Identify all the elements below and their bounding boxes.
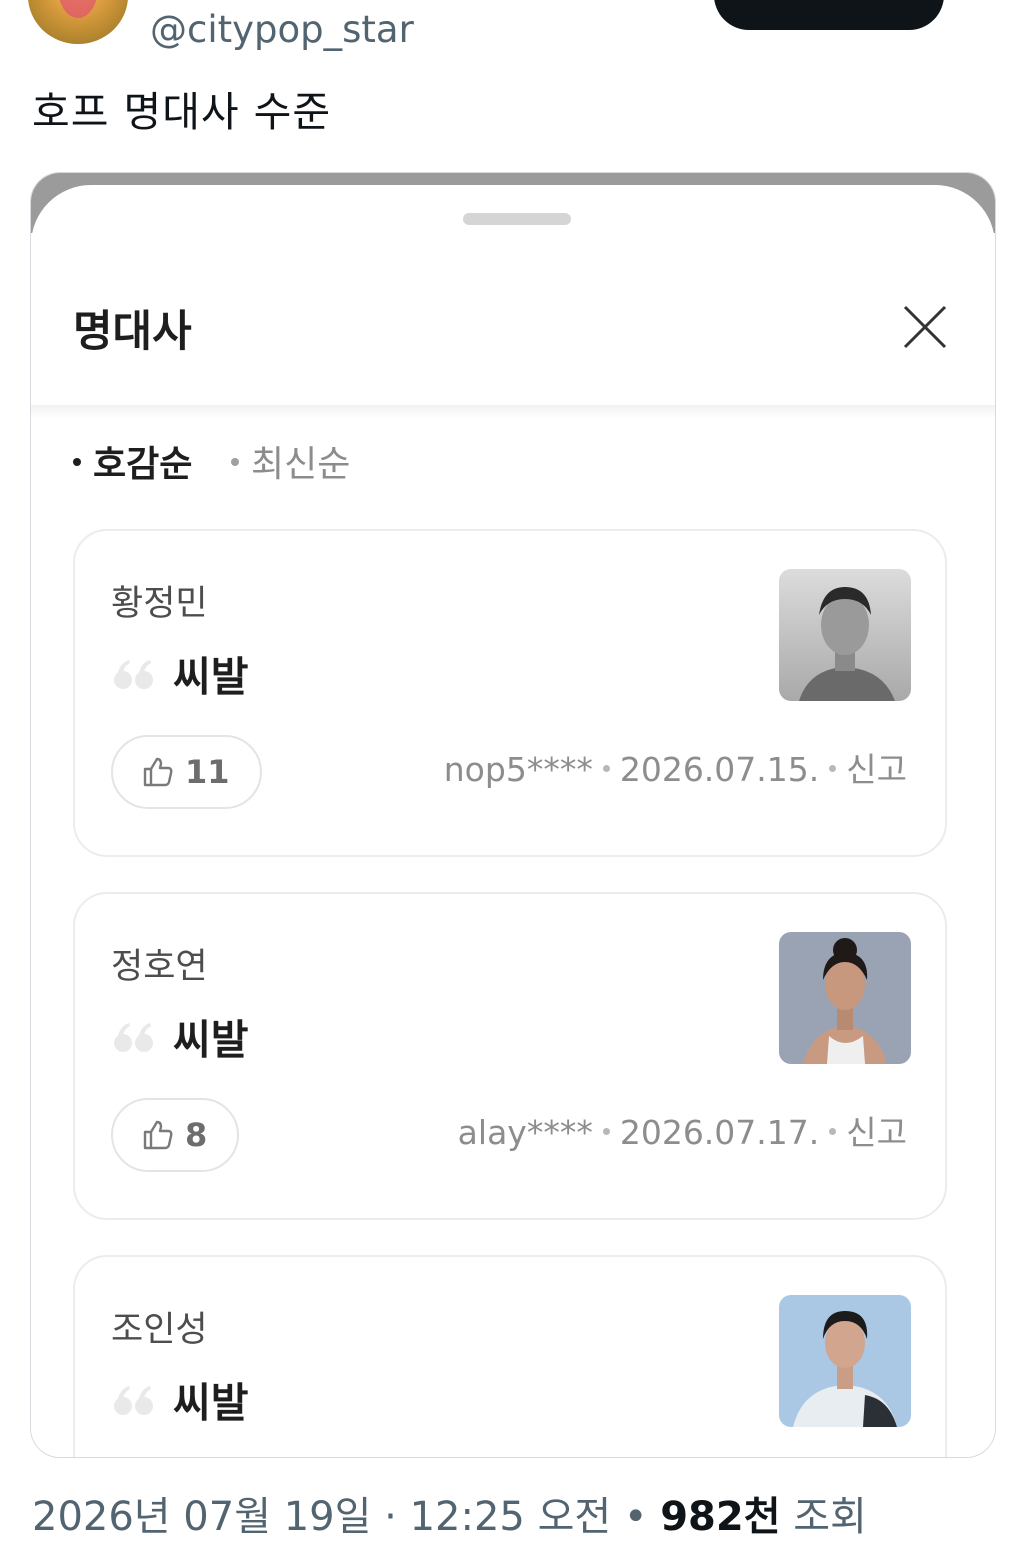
sort-label: 최신순 <box>251 444 351 485</box>
tweet-text: 호프 명대사 수준 <box>32 88 332 136</box>
like-button[interactable]: 8 <box>111 1098 240 1172</box>
tweet-footer: 2026년 07월 19일 · 12:25 오전 • 982천 조회 <box>32 1484 867 1542</box>
like-count: 8 <box>185 1116 208 1154</box>
card-meta: nop5**** 2026.07.15. 신고 <box>444 743 907 791</box>
views-count[interactable]: 982천 <box>660 1494 780 1540</box>
sheet-divider <box>31 405 995 419</box>
author-id: nop5**** <box>443 750 593 789</box>
tweet-date[interactable]: 2026년 07월 19일 <box>32 1494 371 1540</box>
more-icon[interactable] <box>966 0 996 20</box>
tweet-media-image[interactable]: 명대사 호감순 최신순 황정민 씨발 11 nop5**** 2026.07.1… <box>30 172 996 1458</box>
sort-label: 호감순 <box>93 444 193 485</box>
report-link[interactable]: 신고 <box>846 1113 907 1152</box>
actor-name: 정호연 <box>111 947 208 987</box>
card-meta: alay**** 2026.07.17. 신고 <box>458 1106 907 1154</box>
thumbs-up-icon <box>143 757 173 787</box>
actor-photo[interactable] <box>779 1295 911 1427</box>
close-icon[interactable] <box>901 303 949 351</box>
follow-button[interactable] <box>714 0 944 30</box>
quote-icon <box>114 1386 153 1415</box>
quote-text: 씨발 <box>173 1379 249 1427</box>
actor-photo[interactable] <box>779 932 911 1064</box>
actor-name: 조인성 <box>111 1310 208 1350</box>
avatar[interactable] <box>28 0 128 44</box>
quote-card[interactable]: 정호연 씨발 8 alay**** 2026.07.17. 신고 <box>73 892 947 1220</box>
post-date: 2026.07.15. <box>619 750 820 789</box>
quote-text: 씨발 <box>173 1016 249 1064</box>
like-count: 11 <box>185 753 230 791</box>
quote-text: 씨발 <box>173 653 249 701</box>
separator: · <box>371 1494 410 1540</box>
separator: • <box>611 1494 661 1540</box>
like-button[interactable]: 11 <box>111 735 262 809</box>
tweet-time[interactable]: 12:25 오전 <box>410 1494 612 1540</box>
thumbs-up-icon <box>143 1120 173 1150</box>
sort-latest-button[interactable]: 최신순 <box>231 435 350 487</box>
actor-name: 황정민 <box>111 584 208 624</box>
quote-card[interactable]: 조인성 씨발 <box>73 1255 947 1457</box>
actor-photo[interactable] <box>779 569 911 701</box>
author-id: alay**** <box>457 1113 593 1152</box>
views-label: 조회 <box>780 1494 867 1540</box>
bullet-icon <box>231 458 239 466</box>
quote-card[interactable]: 황정민 씨발 11 nop5**** 2026.07.15. 신고 <box>73 529 947 857</box>
bottom-sheet: 명대사 호감순 최신순 황정민 씨발 11 nop5**** 2026.07.1… <box>31 185 995 1457</box>
sort-popular-button[interactable]: 호감순 <box>73 435 192 487</box>
bullet-icon <box>73 458 81 466</box>
post-date: 2026.07.17. <box>619 1113 820 1152</box>
sheet-grabber[interactable] <box>463 213 571 225</box>
sheet-title: 명대사 <box>73 307 192 357</box>
report-link[interactable]: 신고 <box>846 750 907 789</box>
quote-icon <box>114 1023 153 1052</box>
quote-icon <box>114 660 153 689</box>
user-handle[interactable]: @citypop_star <box>150 8 414 51</box>
